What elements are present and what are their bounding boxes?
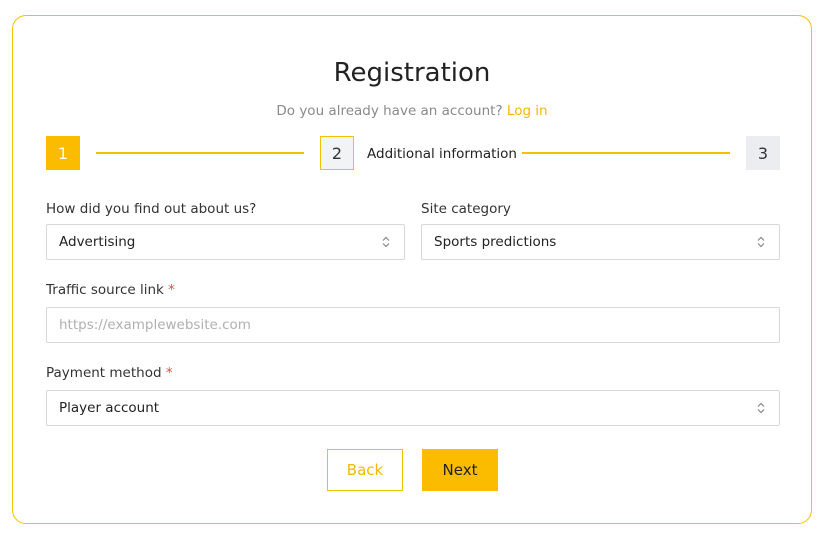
account-prompt-text: Do you already have an account? [276, 103, 503, 119]
site-category-value: Sports predictions [434, 234, 557, 250]
account-prompt: Do you already have an account? Log in [13, 102, 811, 120]
payment-method-label: Payment method * [46, 364, 173, 382]
traffic-source-label-text: Traffic source link [46, 282, 164, 298]
login-link[interactable]: Log in [507, 103, 548, 119]
payment-method-select[interactable]: Player account [46, 390, 780, 426]
up-down-chevron-icon [374, 236, 398, 248]
traffic-source-input[interactable]: https://examplewebsite.com [46, 307, 780, 343]
site-category-select[interactable]: Sports predictions [421, 224, 780, 260]
step-connector-1 [96, 152, 304, 154]
payment-method-label-text: Payment method [46, 365, 162, 381]
required-mark: * [165, 365, 173, 381]
referral-select[interactable]: Advertising [46, 224, 405, 260]
required-mark: * [168, 282, 175, 298]
site-category-label: Site category [421, 201, 511, 217]
step-2-label: Additional information [367, 146, 517, 162]
traffic-source-placeholder: https://examplewebsite.com [59, 317, 251, 333]
step-2-indicator[interactable]: 2 [320, 136, 354, 170]
next-button[interactable]: Next [422, 449, 498, 491]
up-down-chevron-icon [749, 402, 773, 414]
step-2-number: 2 [331, 143, 343, 163]
payment-method-value: Player account [59, 400, 160, 416]
step-3-number: 3 [757, 143, 769, 163]
step-3-indicator[interactable]: 3 [746, 136, 780, 170]
step-connector-2 [522, 152, 730, 154]
step-1-indicator[interactable]: 1 [46, 136, 80, 170]
traffic-source-label: Traffic source link * [46, 281, 175, 299]
page-title: Registration [333, 58, 491, 88]
back-button[interactable]: Back [327, 449, 403, 491]
up-down-chevron-icon [749, 236, 773, 248]
step-1-number: 1 [57, 143, 69, 163]
referral-value: Advertising [59, 234, 136, 250]
referral-label: How did you find out about us? [46, 201, 257, 217]
registration-card: Registration Do you already have an acco… [12, 15, 812, 524]
